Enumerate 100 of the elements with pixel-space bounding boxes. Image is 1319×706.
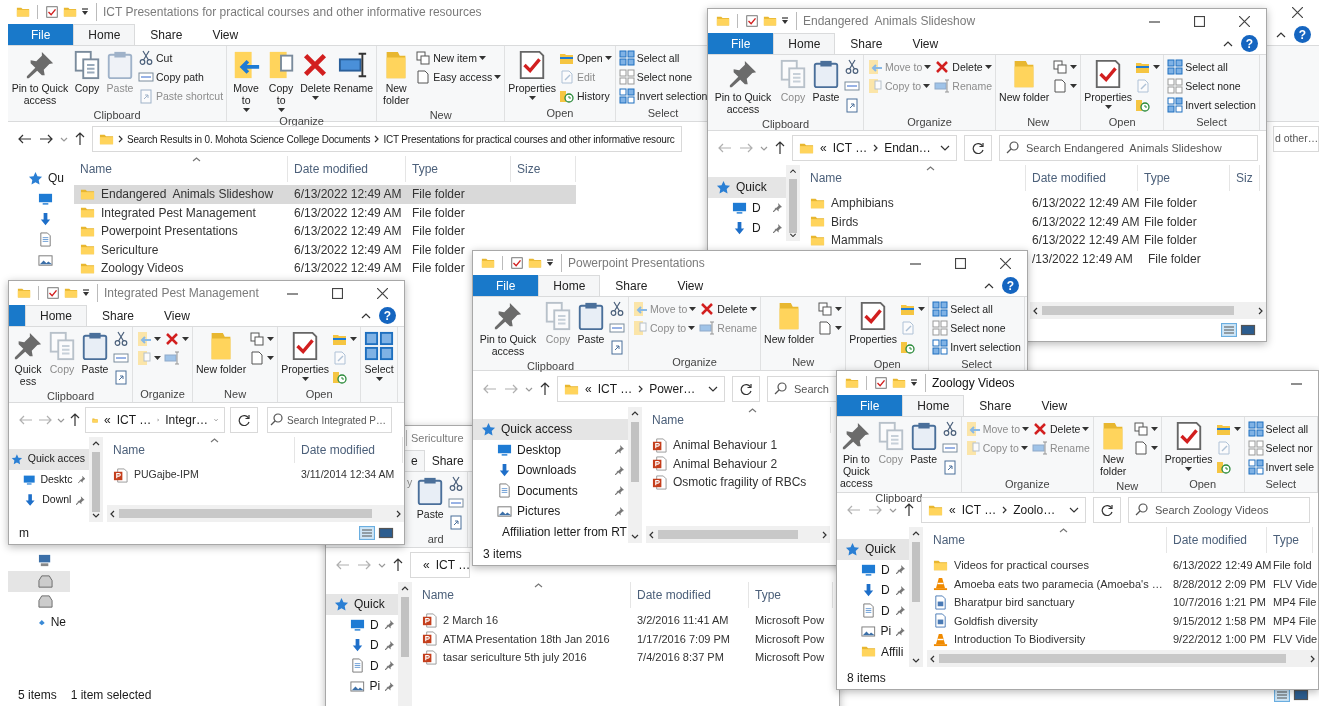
help-button[interactable]: ? [1294,26,1311,43]
ribbon-button[interactable]: Properties [280,330,331,383]
check-icon[interactable] [874,376,888,390]
file-row[interactable]: Goldfish diversity 9/15/2012 1:58 PM MP4 File [927,611,1317,630]
pin-icon[interactable] [385,661,394,671]
nav-item[interactable]: Quick [326,594,398,615]
pin-icon[interactable] [896,565,905,575]
ribbon-button[interactable] [1051,77,1079,95]
nav-item[interactable]: Quick acces [9,449,89,470]
ribbon-button[interactable]: Easy access [414,68,503,86]
breadcrumb[interactable]: ICT Presentations for practical courses and other informative resourc [383,131,675,147]
check-icon[interactable] [45,5,59,19]
up-icon[interactable] [70,413,80,427]
file-row[interactable]: Animal Behaviour 2 [646,454,778,473]
ribbon-button[interactable]: Properties [848,300,899,347]
scroll-up-icon[interactable] [789,169,797,174]
ribbon-button[interactable]: Invert selection [617,87,709,105]
ribbon-tab[interactable]: View [897,33,954,54]
ribbon-button[interactable]: New item [414,49,503,67]
breadcrumb[interactable]: ICT … [435,556,471,574]
nav-item[interactable]: D [708,218,786,239]
recent-icon[interactable] [525,386,533,392]
scroll-left-icon[interactable] [649,530,654,539]
vertical-scrollbar[interactable] [786,165,800,241]
pin-icon[interactable] [615,486,624,496]
scroll-up-icon[interactable] [401,586,409,591]
nav-item[interactable]: Quick access [473,419,628,440]
file-tab[interactable]: File [473,275,539,296]
ribbon-tab[interactable]: View [1026,395,1083,416]
ribbon-button[interactable]: Copy path [137,68,225,86]
nav-item[interactable]: Affili [837,641,909,662]
nav-item[interactable]: Ne [8,612,70,633]
file-tab[interactable]: File [708,33,774,54]
breadcrumb-overflow[interactable]: « [104,411,111,429]
column-header[interactable]: Date modified [1167,527,1267,553]
horizontal-scrollbar[interactable] [107,505,404,522]
dropdown-icon[interactable] [940,145,950,151]
ribbon-button[interactable]: Invert selection [1166,96,1257,114]
maximize-icon[interactable] [955,257,966,269]
close-icon[interactable] [377,287,388,299]
column-header[interactable]: Type [406,156,511,182]
column-header[interactable]: Size [511,156,576,182]
help-button[interactable]: ? [1002,277,1019,294]
column-header[interactable]: Type [1138,165,1230,191]
column-header[interactable]: Name [107,437,295,463]
collapse-icon[interactable] [984,282,994,289]
collapse-icon[interactable] [361,312,371,319]
vertical-scrollbar[interactable] [89,437,103,522]
column-header[interactable]: Date modified [295,437,403,463]
column-header[interactable]: Date modified [1026,165,1138,191]
file-row[interactable]: /13/2022 12:49 AM File folder [1030,249,1201,268]
file-row[interactable]: Birds 6/13/2022 12:49 AM File folder [804,212,1197,231]
file-row[interactable]: Videos for practical courses 6/13/2022 12:49 AM File fold [927,556,1312,575]
ribbon-button[interactable]: Select none [1166,77,1257,95]
nav-item[interactable]: Desktop [473,439,628,460]
recent-icon[interactable] [57,417,65,423]
ribbon-button[interactable]: Select nor [1246,439,1315,457]
nav-item[interactable]: Downl [9,490,89,511]
horizontal-scrollbar[interactable] [927,650,1318,667]
ribbon-button[interactable]: Properties [507,49,557,102]
breadcrumb[interactable]: Integr… [165,411,208,429]
scroll-down-icon[interactable] [912,658,920,663]
ribbon-button[interactable]: Select all [1166,58,1257,76]
file-row[interactable]: Amphibians 6/13/2022 12:49 AM File folder [804,194,1197,213]
scroll-down-icon[interactable] [789,232,797,237]
vertical-scrollbar[interactable] [628,407,642,543]
nav-item[interactable]: Pi [837,621,909,642]
ribbon-tab[interactable]: Home [73,24,136,45]
ribbon-tab[interactable]: Share [964,395,1027,416]
address-bar[interactable]: Search Results in 0. Mohota Science College Documents ICT Presentations for practical courses and other informative resourc [92,126,682,152]
nav-item[interactable]: D [326,655,398,676]
file-row[interactable]: 2 March 16 3/2/2016 11:41 AM Microsoft Pow [416,611,825,630]
ribbon-button[interactable] [816,300,844,318]
ribbon-button[interactable]: Delete [933,58,994,76]
file-row[interactable]: Endangered Animals Slideshow 6/13/2022 12:49 AM File folder [74,185,576,204]
breadcrumb[interactable]: Endan… [884,139,931,157]
ribbon-button[interactable]: Pin to Quick access [839,420,874,491]
ribbon-button[interactable] [816,319,844,337]
scroll-right-icon[interactable] [822,530,827,539]
ribbon-button[interactable] [608,300,626,318]
nav-item[interactable]: Pictures [473,501,628,522]
ribbon-button[interactable] [608,338,626,356]
ribbon-button[interactable] [1131,420,1159,438]
help-button[interactable]: ? [379,307,396,324]
nav-item[interactable]: Affiliation letter from RT [473,521,628,542]
refresh-button[interactable] [230,407,258,433]
nav-item[interactable]: D [326,635,398,656]
file-row[interactable]: Amoeba eats two paramecia (Amoeba's … 8/28/2012 2:09 PM FLV Vide [927,574,1318,593]
nav-item[interactable]: D [708,197,786,218]
ribbon-button[interactable]: Paste [907,420,940,467]
recent-icon[interactable] [760,145,768,151]
scroll-up-icon[interactable] [631,411,639,416]
scroll-left-icon[interactable] [110,509,115,518]
up-icon[interactable] [904,503,914,517]
ribbon-button[interactable]: Copy to [264,49,299,114]
file-row[interactable]: Integrated Pest Management 6/13/2022 12:49 AM File folder [74,203,465,222]
ribbon-tab[interactable]: Home [902,395,965,416]
nav-item[interactable]: Downloads [473,460,628,481]
ribbon-tab[interactable]: Share [87,305,150,326]
check-icon[interactable] [46,286,60,300]
